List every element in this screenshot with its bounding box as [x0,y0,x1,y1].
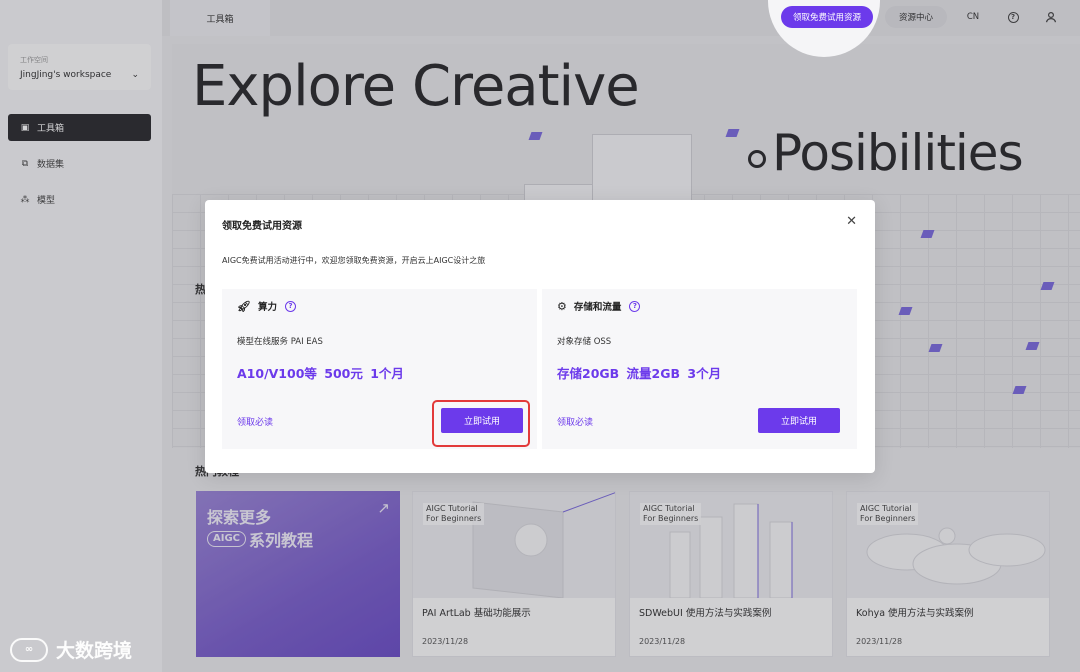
panel-heading: ⚙ 存储和流量 ? [557,299,641,313]
storage-panel: ⚙ 存储和流量 ? 对象存储 OSS 存储20GB 流量2GB 3个月 领取必读… [542,289,857,449]
watermark: ∞ 大数跨境 [10,636,132,663]
panel-subtitle: 模型在线服务 PAI EAS [237,337,323,347]
modal-title: 领取免费试用资源 [222,221,302,232]
read-before-claim-link[interactable]: 领取必读 [557,415,593,428]
panel-heading: 🚀︎ 算力 ? [237,299,296,313]
read-before-claim-link[interactable]: 领取必读 [237,415,273,428]
watermark-text: 大数跨境 [56,640,133,662]
panel-heading-text: 算力 [257,302,277,313]
modal-description: AIGC免费试用活动进行中，欢迎您领取免费资源，开启云上AIGC设计之旅 [222,256,486,265]
highlight-box [432,400,530,447]
help-icon[interactable]: ? [629,300,641,312]
close-icon[interactable]: ✕ [846,214,857,229]
storage-icon: ⚙ [557,299,567,313]
watermark-logo-icon: ∞ [10,637,48,662]
panel-offer: A10/V100等 500元 1个月 [237,366,404,381]
free-trial-modal: 领取免费试用资源 ✕ AIGC免费试用活动进行中，欢迎您领取免费资源，开启云上A… [205,200,875,473]
panel-heading-text: 存储和流量 [573,302,622,313]
try-now-button[interactable]: 立即试用 [758,408,840,433]
rocket-icon: 🚀︎ [237,299,251,313]
help-icon[interactable]: ? [284,300,296,312]
panel-subtitle: 对象存储 OSS [557,337,612,347]
free-trial-button[interactable]: 领取免费试用资源 [781,6,873,28]
panel-offer: 存储20GB 流量2GB 3个月 [557,366,722,381]
